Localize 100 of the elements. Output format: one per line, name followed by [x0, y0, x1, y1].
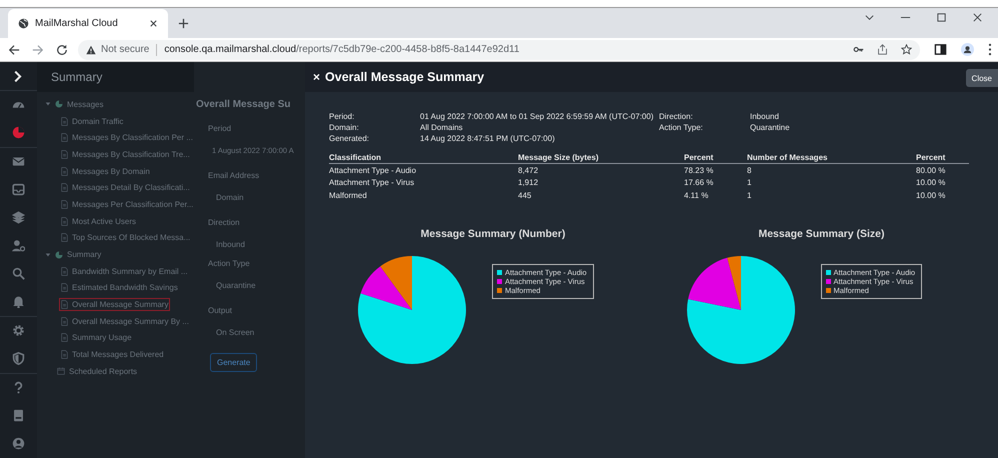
report-item[interactable]: Summary Usage	[59, 331, 134, 344]
report-item[interactable]: Top Sources Of Blocked Messa...	[59, 231, 192, 244]
menu-icon[interactable]	[988, 43, 992, 56]
table-cell: 4.11 %	[684, 190, 708, 200]
table-cell: 1,912	[518, 178, 538, 188]
report-item[interactable]: Most Active Users	[59, 214, 138, 228]
gear-icon[interactable]	[12, 324, 25, 338]
table-cell: 78.23 %	[684, 166, 714, 175]
meta-value: Inbound	[750, 112, 779, 123]
close-icon[interactable]: ×	[313, 70, 320, 84]
report-item[interactable]: Domain Traffic	[59, 114, 126, 128]
calendar-icon	[57, 367, 65, 376]
help-icon[interactable]	[12, 381, 25, 394]
table-cell: Malformed	[329, 190, 367, 200]
field-value[interactable]: Inbound	[208, 240, 305, 249]
mail-icon[interactable]	[12, 155, 25, 168]
maximize-icon[interactable]	[936, 12, 947, 23]
field-value[interactable]: On Screen	[208, 328, 305, 337]
legend-swatch	[497, 278, 502, 284]
meta-label: Generated:	[329, 134, 370, 145]
table-cell: 17.66 %	[684, 178, 714, 188]
document-icon	[61, 200, 68, 209]
browser-tab[interactable]: MailMarshal Cloud	[8, 9, 168, 38]
report-item[interactable]: Overall Message Summary By ...	[59, 314, 191, 328]
caret-icon[interactable]	[45, 252, 51, 258]
column-header: Message Size (bytes)	[518, 153, 598, 162]
modal-title: Overall Message Summary	[325, 70, 484, 84]
report-item[interactable]: Estimated Bandwidth Savings	[59, 281, 180, 294]
generate-button[interactable]: Generate	[210, 353, 258, 372]
warning-icon	[86, 44, 96, 54]
user-circle-icon[interactable]	[12, 437, 25, 450]
table-cell: 10.00 %	[916, 178, 946, 188]
table-cell: Attachment Type - Audio	[329, 166, 416, 175]
document-icon	[61, 183, 68, 192]
inbox-icon[interactable]	[12, 183, 25, 196]
star-icon[interactable]	[901, 44, 912, 55]
field-label: Action Type	[208, 259, 251, 268]
shield-icon[interactable]	[12, 352, 25, 366]
table-cell: 445	[518, 190, 532, 200]
meta-value: 14 Aug 2022 8:47:51 PM (UTC-07:00)	[420, 134, 555, 145]
column-header: Classification	[329, 153, 382, 162]
field-label: Output	[208, 306, 234, 315]
document-icon	[61, 166, 68, 176]
layers-icon[interactable]	[12, 211, 25, 224]
meta-label: Direction:	[659, 112, 694, 123]
document-icon	[61, 283, 68, 292]
field-label: Direction	[208, 218, 241, 227]
form-title: Overall Message Su	[196, 99, 292, 110]
close-icon[interactable]	[972, 12, 983, 23]
document-icon	[61, 350, 68, 360]
reload-icon[interactable]	[56, 44, 68, 56]
report-item[interactable]: Messages By Classification Per ...	[59, 131, 195, 144]
pie-chart-icon	[55, 250, 63, 259]
document-icon	[61, 300, 68, 310]
back-icon[interactable]	[8, 44, 20, 56]
table-cell: 8	[747, 166, 752, 175]
forward-icon[interactable]	[32, 44, 44, 56]
book-icon[interactable]	[12, 409, 25, 422]
tab-title: MailMarshal Cloud	[35, 18, 119, 29]
report-item[interactable]: Messages Per Classification Per...	[59, 198, 196, 211]
close-button[interactable]: Close	[966, 69, 998, 87]
meta-value: All Domains	[420, 123, 463, 134]
tree-group-label[interactable]: Summary	[67, 250, 102, 260]
user-gear-icon[interactable]	[12, 239, 25, 252]
side-panel-icon[interactable]	[934, 43, 947, 56]
report-item[interactable]: Messages Detail By Classificati...	[59, 181, 192, 194]
report-item[interactable]: Bandwidth Summary by Email ...	[59, 264, 190, 278]
report-item[interactable]: Total Messages Delivered	[59, 348, 166, 362]
table-cell: 10.00 %	[916, 190, 946, 200]
column-header: Percent	[916, 153, 946, 162]
report-item[interactable]: Overall Message Summary	[59, 298, 170, 312]
address-field[interactable]: Not secure console.qa.mailmarshal.cloud/reports/7c5db79e-c200-4458-b8f5-8a1447e92d11	[78, 40, 920, 60]
search-icon[interactable]	[12, 267, 25, 280]
field-value[interactable]: Quarantine	[208, 281, 305, 290]
tree-group-label[interactable]: Messages	[67, 100, 104, 109]
pie-chart-icon[interactable]	[12, 126, 25, 140]
document-icon	[61, 150, 68, 159]
share-icon[interactable]	[877, 44, 888, 55]
field-value[interactable]: Domain	[208, 193, 305, 202]
meta-label: Action Type:	[659, 123, 704, 134]
legend-swatch	[826, 270, 830, 274]
document-icon	[61, 233, 68, 242]
report-item[interactable]: Messages By Classification Tre...	[59, 148, 192, 161]
key-icon[interactable]	[853, 44, 864, 55]
table-cell: 80.00 %	[916, 166, 946, 175]
meta-label: Period:	[329, 112, 356, 123]
document-icon	[61, 133, 68, 142]
report-item[interactable]: Messages By Domain	[59, 164, 152, 178]
profile-icon[interactable]	[961, 43, 974, 56]
close-icon[interactable]	[149, 19, 158, 28]
new-tab-icon[interactable]	[178, 18, 189, 29]
legend-swatch	[826, 288, 830, 292]
caret-icon[interactable]	[45, 101, 51, 108]
document-icon	[61, 316, 68, 326]
tree-group-label[interactable]: Scheduled Reports	[69, 366, 138, 376]
document-icon	[61, 116, 68, 126]
meta-value: 01 Aug 2022 7:00:00 AM to 01 Sep 2022 6:59:59 AM (UTC-07:00)	[420, 112, 654, 123]
chart-title: Message Summary (Size)	[757, 228, 886, 240]
table-cell: Attachment Type - Virus	[329, 178, 414, 188]
bell-icon[interactable]	[12, 295, 25, 308]
